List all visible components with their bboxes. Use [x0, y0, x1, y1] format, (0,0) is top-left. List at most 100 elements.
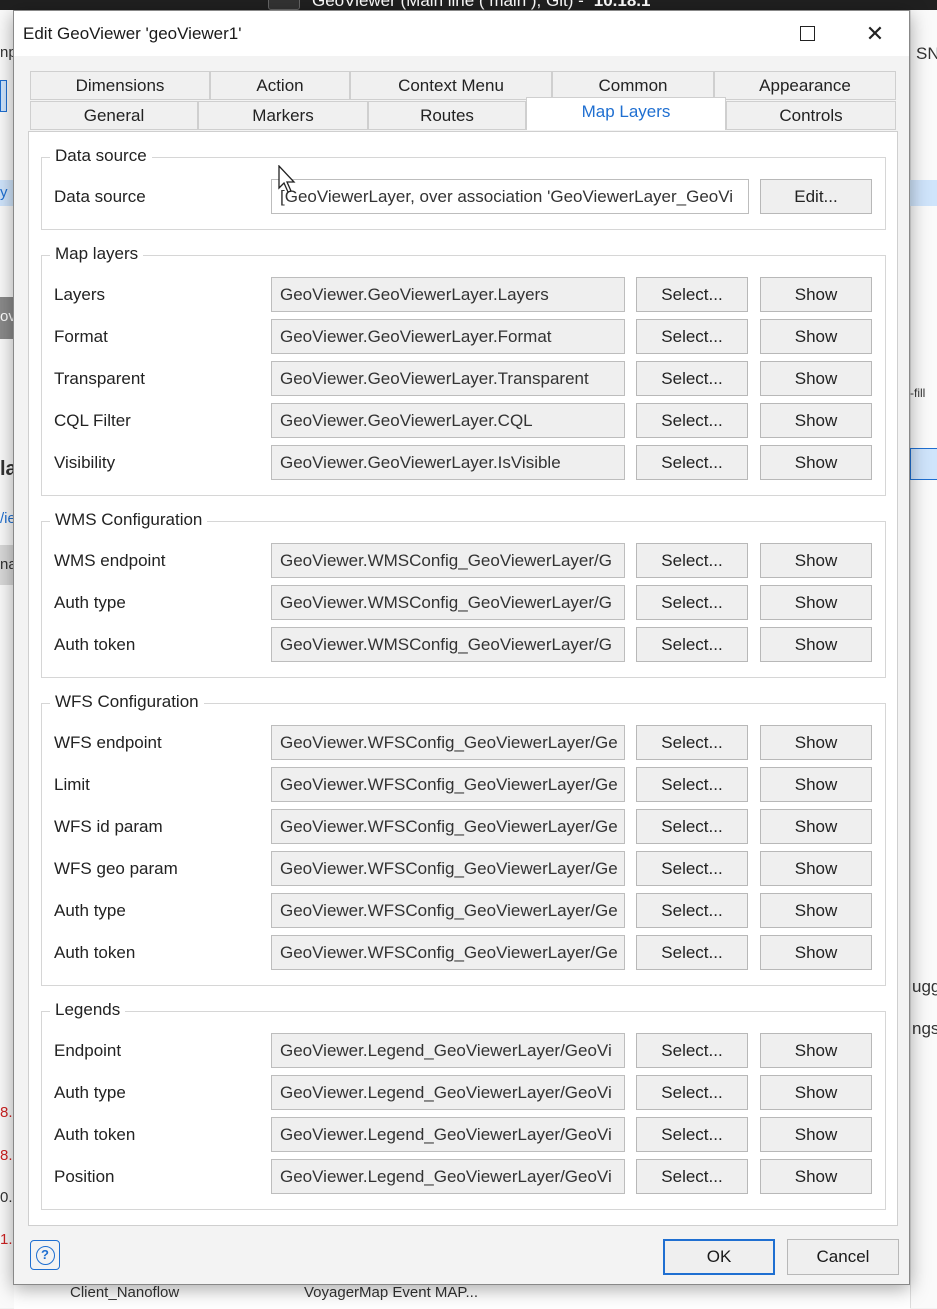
- maximize-button[interactable]: [773, 11, 841, 56]
- wfs-wfs-endpoint-field[interactable]: GeoViewer.WFSConfig_GeoViewerLayer/Ge: [271, 725, 625, 760]
- legends-auth-type-show-button[interactable]: Show: [760, 1075, 872, 1110]
- map-layers-transparent-select-button[interactable]: Select...: [636, 361, 748, 396]
- app-logo-icon: [268, 0, 300, 10]
- wfs-auth-type-select-button[interactable]: Select...: [636, 893, 748, 928]
- legends-endpoint-select-button[interactable]: Select...: [636, 1033, 748, 1068]
- legends-auth-token-label: Auth token: [54, 1125, 136, 1144]
- wfs-wfs-geo-param-show-button[interactable]: Show: [760, 851, 872, 886]
- wfs-auth-type-field[interactable]: GeoViewer.WFSConfig_GeoViewerLayer/Ge: [271, 893, 625, 928]
- tab-general[interactable]: General: [30, 101, 198, 130]
- wfs-auth-token-label: Auth token: [54, 943, 136, 962]
- map-layers-layers-field[interactable]: GeoViewer.GeoViewerLayer.Layers: [271, 277, 625, 312]
- tab-appearance[interactable]: Appearance: [714, 71, 896, 100]
- wfs-wfs-id-param-field[interactable]: GeoViewer.WFSConfig_GeoViewerLayer/Ge: [271, 809, 625, 844]
- cancel-button[interactable]: Cancel: [787, 1239, 899, 1275]
- legends-legend: Legends: [50, 1000, 126, 1020]
- wfs-limit-show-button[interactable]: Show: [760, 767, 872, 802]
- bg-left-text: 0.: [0, 1189, 13, 1206]
- bg-right-text: ugg: [912, 977, 937, 996]
- map-layers-transparent-show-button[interactable]: Show: [760, 361, 872, 396]
- wms-auth-token-field[interactable]: GeoViewer.WMSConfig_GeoViewerLayer/G: [271, 627, 625, 662]
- map-layers-format-field[interactable]: GeoViewer.GeoViewerLayer.Format: [271, 319, 625, 354]
- data-source-label: Data source: [54, 187, 146, 206]
- bg-row-cell: VoyagerMap Event MAP...: [304, 1284, 478, 1301]
- wfs-wfs-id-param-label: WFS id param: [54, 817, 163, 836]
- map-layers-layers-label: Layers: [54, 285, 106, 304]
- map-layers-layers-show-button[interactable]: Show: [760, 277, 872, 312]
- legends-auth-token-field[interactable]: GeoViewer.Legend_GeoViewerLayer/GeoVi: [271, 1117, 625, 1152]
- wfs-wfs-geo-param-select-button[interactable]: Select...: [636, 851, 748, 886]
- map-layers-cql-filter-label: CQL Filter: [54, 411, 131, 430]
- dialog-titlebar: Edit GeoViewer 'geoViewer1' ✕: [14, 11, 909, 56]
- legends-position-field[interactable]: GeoViewer.Legend_GeoViewerLayer/GeoVi: [271, 1159, 625, 1194]
- wfs-limit-label: Limit: [54, 775, 90, 794]
- background-window-title: GeoViewer (Main line ( main ), Git) -: [312, 0, 584, 10]
- wfs-wfs-endpoint-select-button[interactable]: Select...: [636, 725, 748, 760]
- wms-configuration-legend: WMS Configuration: [50, 510, 208, 530]
- map-layers-format-select-button[interactable]: Select...: [636, 319, 748, 354]
- wms-wms-endpoint-field[interactable]: GeoViewer.WMSConfig_GeoViewerLayer/G: [271, 543, 625, 578]
- tab-action[interactable]: Action: [210, 71, 350, 100]
- wfs-wfs-geo-param-label: WFS geo param: [54, 859, 178, 878]
- tab-common[interactable]: Common: [552, 71, 714, 100]
- map-layers-cql-filter-field[interactable]: GeoViewer.GeoViewerLayer.CQL: [271, 403, 625, 438]
- bg-right-text: ngs: [912, 1019, 937, 1038]
- map-layers-format-show-button[interactable]: Show: [760, 319, 872, 354]
- close-button[interactable]: ✕: [841, 11, 909, 56]
- legends-position-show-button[interactable]: Show: [760, 1159, 872, 1194]
- map-layers-visibility-show-button[interactable]: Show: [760, 445, 872, 480]
- map-layers-transparent-field[interactable]: GeoViewer.GeoViewerLayer.Transparent: [271, 361, 625, 396]
- tab-markers[interactable]: Markers: [198, 101, 368, 130]
- wfs-wfs-geo-param-field[interactable]: GeoViewer.WFSConfig_GeoViewerLayer/Ge: [271, 851, 625, 886]
- bg-left-text: 8.: [0, 1104, 13, 1121]
- wfs-limit-field[interactable]: GeoViewer.WFSConfig_GeoViewerLayer/Ge: [271, 767, 625, 802]
- wms-auth-type-field[interactable]: GeoViewer.WMSConfig_GeoViewerLayer/G: [271, 585, 625, 620]
- legends-auth-type-select-button[interactable]: Select...: [636, 1075, 748, 1110]
- ok-button[interactable]: OK: [663, 1239, 775, 1275]
- maximize-icon: [799, 26, 815, 41]
- dialog-title: Edit GeoViewer 'geoViewer1': [23, 24, 242, 43]
- map-layers-visibility-field[interactable]: GeoViewer.GeoViewerLayer.IsVisible: [271, 445, 625, 480]
- wms-auth-token-label: Auth token: [54, 635, 136, 654]
- wfs-limit-select-button[interactable]: Select...: [636, 767, 748, 802]
- bg-right-highlight: [910, 180, 937, 206]
- wms-auth-type-label: Auth type: [54, 593, 126, 612]
- wfs-auth-type-show-button[interactable]: Show: [760, 893, 872, 928]
- wfs-auth-token-select-button[interactable]: Select...: [636, 935, 748, 970]
- tab-routes[interactable]: Routes: [368, 101, 526, 130]
- map-layers-cql-filter-show-button[interactable]: Show: [760, 403, 872, 438]
- wms-auth-type-show-button[interactable]: Show: [760, 585, 872, 620]
- legends-endpoint-show-button[interactable]: Show: [760, 1033, 872, 1068]
- wms-wms-endpoint-select-button[interactable]: Select...: [636, 543, 748, 578]
- legends-auth-type-field[interactable]: GeoViewer.Legend_GeoViewerLayer/GeoVi: [271, 1075, 625, 1110]
- legends-endpoint-field[interactable]: GeoViewer.Legend_GeoViewerLayer/GeoVi: [271, 1033, 625, 1068]
- legends-endpoint-label: Endpoint: [54, 1041, 122, 1060]
- tab-controls[interactable]: Controls: [726, 101, 896, 130]
- wfs-wfs-endpoint-show-button[interactable]: Show: [760, 725, 872, 760]
- legends-position-select-button[interactable]: Select...: [636, 1159, 748, 1194]
- data-source-edit-button[interactable]: Edit...: [760, 179, 872, 214]
- tab-map-layers[interactable]: Map Layers: [526, 97, 726, 130]
- close-icon: ✕: [865, 20, 885, 46]
- background-window-titlebar: GeoViewer (Main line ( main ), Git) - 10.…: [0, 0, 937, 10]
- map-layers-transparent-label: Transparent: [54, 369, 146, 388]
- wms-auth-type-select-button[interactable]: Select...: [636, 585, 748, 620]
- legends-auth-token-show-button[interactable]: Show: [760, 1117, 872, 1152]
- map-layers-cql-filter-select-button[interactable]: Select...: [636, 403, 748, 438]
- wfs-auth-token-field[interactable]: GeoViewer.WFSConfig_GeoViewerLayer/Ge: [271, 935, 625, 970]
- wfs-wfs-id-param-select-button[interactable]: Select...: [636, 809, 748, 844]
- wfs-wfs-id-param-show-button[interactable]: Show: [760, 809, 872, 844]
- wfs-auth-token-show-button[interactable]: Show: [760, 935, 872, 970]
- data-source-field[interactable]: [GeoViewerLayer, over association 'GeoVi…: [271, 179, 749, 214]
- map-layers-visibility-select-button[interactable]: Select...: [636, 445, 748, 480]
- wms-auth-token-select-button[interactable]: Select...: [636, 627, 748, 662]
- wms-auth-token-show-button[interactable]: Show: [760, 627, 872, 662]
- help-button[interactable]: ?: [30, 1240, 60, 1270]
- bg-left-text: y: [0, 184, 8, 201]
- map-layers-layers-select-button[interactable]: Select...: [636, 277, 748, 312]
- tab-dimensions[interactable]: Dimensions: [30, 71, 210, 100]
- map-layers-legend: Map layers: [50, 244, 144, 264]
- tab-context-menu[interactable]: Context Menu: [350, 71, 552, 100]
- legends-auth-token-select-button[interactable]: Select...: [636, 1117, 748, 1152]
- wms-wms-endpoint-show-button[interactable]: Show: [760, 543, 872, 578]
